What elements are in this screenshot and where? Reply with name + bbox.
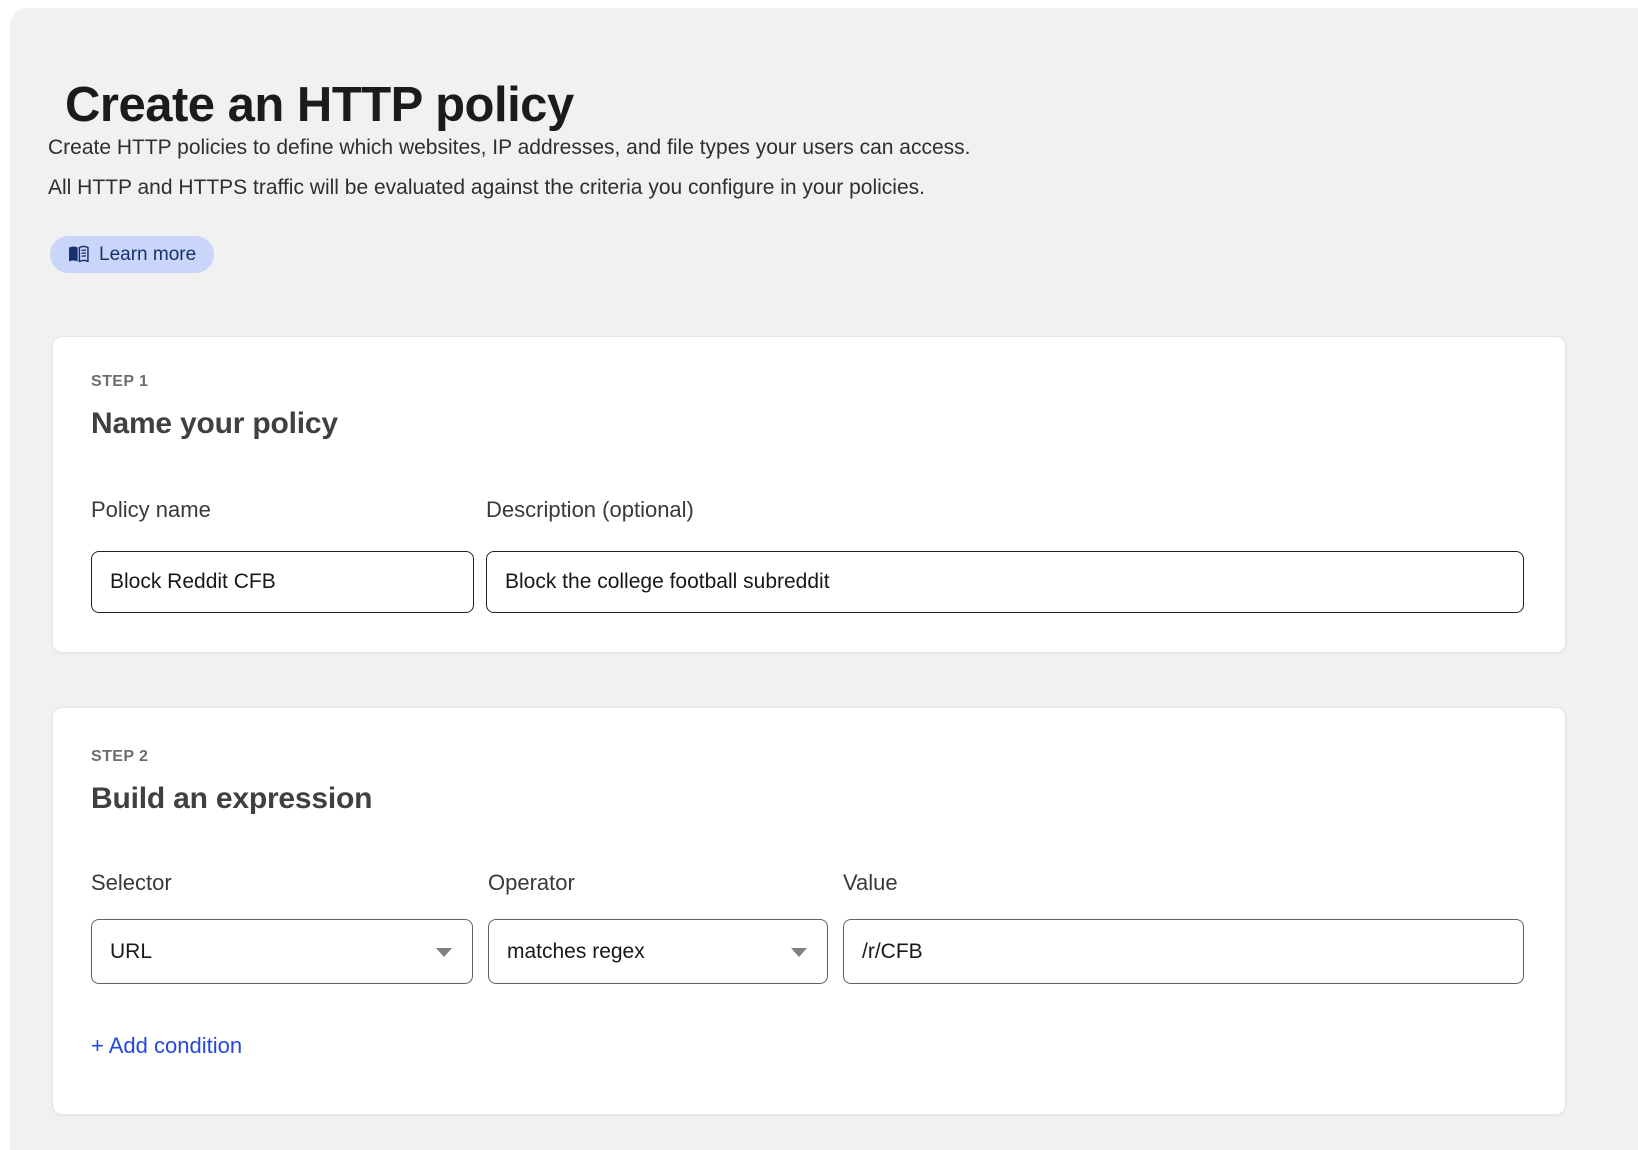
step1-label: STEP 1: [91, 373, 148, 391]
step2-label: STEP 2: [91, 748, 148, 766]
step1-card: STEP 1 Name your policy Policy name Desc…: [52, 336, 1566, 653]
learn-more-label: Learn more: [99, 244, 196, 266]
operator-dropdown-value: matches regex: [507, 940, 645, 964]
selector-label: Selector: [91, 870, 172, 896]
chevron-down-icon: [436, 948, 452, 957]
step2-card: STEP 2 Build an expression Selector Oper…: [52, 707, 1566, 1115]
value-label: Value: [843, 870, 898, 896]
value-input[interactable]: [843, 919, 1524, 984]
policy-name-label: Policy name: [91, 497, 211, 523]
add-condition-link[interactable]: + Add condition: [91, 1033, 242, 1059]
step1-heading: Name your policy: [91, 407, 338, 441]
page-description-line-2: All HTTP and HTTPS traffic will be evalu…: [48, 168, 971, 208]
selector-dropdown-value: URL: [110, 940, 152, 964]
page-description-line-1: Create HTTP policies to define which web…: [48, 128, 971, 168]
description-label: Description (optional): [486, 497, 694, 523]
learn-more-button[interactable]: Learn more: [50, 236, 214, 273]
page-title: Create an HTTP policy: [65, 77, 574, 133]
operator-dropdown[interactable]: matches regex: [488, 919, 828, 984]
open-book-icon: [68, 245, 89, 264]
step2-heading: Build an expression: [91, 782, 372, 816]
policy-name-input[interactable]: [91, 551, 474, 613]
description-input[interactable]: [486, 551, 1524, 613]
chevron-down-icon: [791, 948, 807, 957]
operator-label: Operator: [488, 870, 575, 896]
page-description: Create HTTP policies to define which web…: [48, 128, 971, 208]
selector-dropdown[interactable]: URL: [91, 919, 473, 984]
